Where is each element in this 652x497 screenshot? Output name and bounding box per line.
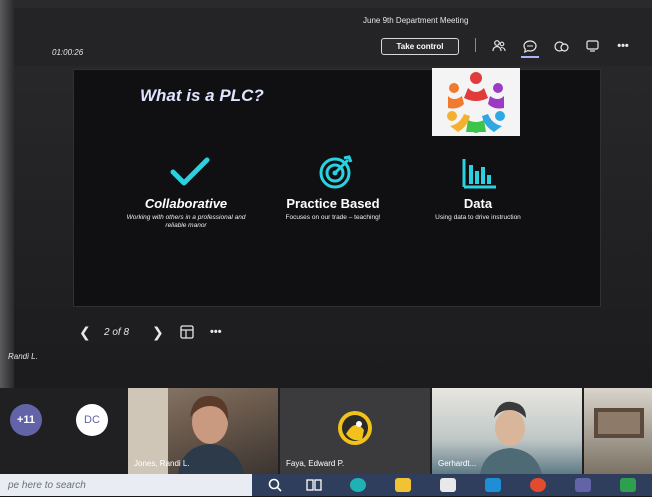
meeting-title: June 9th Department Meeting [363, 16, 469, 25]
slide-title: What is a PLC? [140, 86, 264, 105]
overflow-participants-button[interactable]: +11 [10, 404, 42, 436]
take-control-button[interactable]: Take control [381, 38, 459, 55]
participant-video-feed [594, 408, 644, 438]
file-explorer-icon[interactable] [395, 478, 411, 492]
column-heading-collaborative: Collaborative [144, 196, 228, 211]
bar-chart-icon [462, 157, 498, 194]
meeting-top-bar [14, 8, 652, 66]
participant-video-tile[interactable] [584, 388, 652, 474]
people-icon[interactable] [491, 38, 507, 54]
participant-video-tile[interactable]: Jones, Randi L. [128, 388, 278, 474]
column-subtext-data: Using data to drive instruction [435, 214, 521, 221]
slide-more-icon[interactable]: ••• [210, 326, 222, 338]
reactions-icon[interactable] [553, 38, 569, 54]
teams-icon[interactable] [575, 478, 591, 492]
taskbar-search-input[interactable]: pe here to search [0, 474, 252, 496]
teams-meeting-window: June 9th Department Meeting 01:00:26 Tak… [0, 0, 652, 496]
meeting-timer: 01:00:26 [52, 48, 84, 57]
presenter-name: Randi L. [8, 352, 38, 361]
checkmark-icon [170, 157, 210, 192]
target-icon [318, 155, 354, 194]
task-view-icon[interactable] [306, 478, 322, 492]
plc-logo-icon [432, 68, 520, 136]
column-heading-data: Data [463, 196, 493, 211]
next-slide-button[interactable]: ❯ [152, 324, 164, 341]
active-tab-indicator [521, 56, 539, 58]
participant-name: Gerhardt... [438, 459, 477, 468]
column-heading-practice-based: Practice Based [286, 196, 380, 211]
participant-video-tile[interactable]: Gerhardt... [432, 388, 582, 474]
more-icon[interactable]: ••• [615, 38, 631, 54]
slide-page-indicator: 2 of 8 [104, 327, 130, 338]
slide-thumbnails-icon[interactable] [180, 325, 194, 342]
share-icon[interactable] [584, 38, 600, 54]
chat-icon[interactable] [522, 38, 538, 54]
participant-video-tile[interactable]: Faya, Edward P. [280, 388, 430, 474]
column-subtext-collaborative: Working with others in a professional an… [126, 214, 246, 229]
edge-browser-icon[interactable] [350, 478, 366, 492]
participant-name: Jones, Randi L. [134, 459, 190, 468]
participant-avatar-dc[interactable]: DC [76, 404, 108, 436]
participant-name: Faya, Edward P. [286, 459, 345, 468]
chrome-icon[interactable] [530, 478, 546, 492]
column-subtext-practice-based: Focuses on our trade – teaching! [285, 214, 381, 221]
toolbar-divider [475, 38, 476, 52]
mail-icon[interactable] [485, 478, 501, 492]
search-icon[interactable] [268, 478, 284, 492]
store-icon[interactable] [440, 478, 456, 492]
previous-slide-button[interactable]: ❮ [79, 324, 91, 341]
excel-icon[interactable] [620, 478, 636, 492]
